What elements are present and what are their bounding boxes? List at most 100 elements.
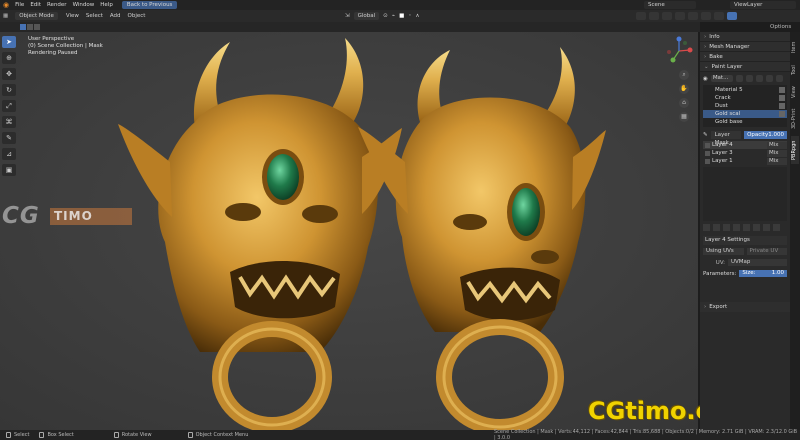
material-menu-icon[interactable]	[775, 75, 783, 82]
new-material-icon[interactable]	[735, 75, 743, 82]
layer-row[interactable]: Layer 4 Mix	[703, 141, 787, 149]
xray-button[interactable]	[675, 12, 685, 20]
tab-view[interactable]: View	[791, 82, 799, 102]
select-extend-button[interactable]	[27, 24, 33, 30]
blend-mode-dropdown[interactable]: Mix	[767, 141, 787, 149]
blender-logo-icon[interactable]: ◉	[3, 1, 9, 9]
overlay-toggle-button[interactable]	[662, 12, 672, 20]
menu-view[interactable]: View	[66, 13, 79, 19]
material-dropdown[interactable]: Mat...	[710, 75, 733, 82]
blend-mode-dropdown[interactable]: Mix	[767, 149, 787, 157]
section-bake[interactable]: › Bake	[700, 52, 790, 62]
move-tool-icon[interactable]: ✥	[2, 68, 16, 80]
duplicate-layer-icon[interactable]	[713, 224, 720, 231]
private-uv-button[interactable]: Private UV	[746, 248, 787, 255]
menu-object[interactable]: Object	[128, 13, 146, 19]
material-delete-icon[interactable]	[765, 75, 773, 82]
blend-mode-dropdown[interactable]: Mix	[767, 157, 787, 165]
orientation-dropdown[interactable]: Global	[353, 12, 380, 20]
gizmo-toggle-button[interactable]	[649, 12, 659, 20]
using-uvs-button[interactable]: Using UVs	[703, 248, 744, 255]
list-item-selected[interactable]: Gold scal	[703, 110, 787, 118]
options-dropdown[interactable]: Options	[770, 22, 791, 32]
parameters-row: Parameters: Size: 1.00	[703, 270, 787, 277]
select-subtract-button[interactable]	[34, 24, 40, 30]
measure-tool-icon[interactable]: ⊿	[2, 148, 16, 160]
fill-icon[interactable]	[743, 224, 750, 231]
shading-wireframe-button[interactable]	[688, 12, 698, 20]
pan-hand-icon[interactable]: ✋	[679, 84, 689, 94]
move-up-button[interactable]	[779, 103, 785, 109]
scene-selector[interactable]: Scene	[644, 1, 696, 9]
section-mesh-manager[interactable]: › Mesh Manager	[700, 42, 790, 52]
menu-window[interactable]: Window	[73, 2, 95, 8]
list-item[interactable]: Material 5	[703, 86, 787, 94]
view-layer-selector[interactable]: ViewLayer	[730, 1, 796, 9]
menu-help[interactable]: Help	[100, 2, 113, 8]
link-material-icon[interactable]	[745, 75, 753, 82]
tab-tool[interactable]: Tool	[791, 60, 799, 80]
snap-icon[interactable]: ⌁	[392, 13, 395, 19]
image-icon[interactable]	[733, 224, 740, 231]
transform-tool-icon[interactable]: ⌘	[2, 116, 16, 128]
zoom-icon[interactable]: ⌕	[679, 70, 689, 80]
section-export[interactable]: › Export	[700, 302, 790, 312]
layer-visibility-checkbox[interactable]	[705, 158, 710, 164]
tab-item[interactable]: Item	[791, 36, 799, 58]
rotate-tool-icon[interactable]: ↻	[2, 84, 16, 96]
cursor-tool-icon[interactable]: ⊕	[2, 52, 16, 64]
section-paint-layer[interactable]: ⌄ Paint Layer	[700, 62, 790, 72]
back-to-previous-button[interactable]: Back to Previous	[121, 1, 178, 9]
annotate-tool-icon[interactable]: ✎	[2, 132, 16, 144]
tab-pbrpgn[interactable]: PBRpgn	[791, 136, 799, 164]
delete-layer-icon[interactable]	[773, 224, 780, 231]
opacity-slider[interactable]: Opacity 1.000	[744, 131, 787, 139]
list-item[interactable]: Dust	[703, 102, 787, 110]
grid-view-icon[interactable]: ▦	[679, 112, 689, 122]
proportional-edit-icon[interactable]: ◦	[408, 13, 411, 19]
layer-mask-button[interactable]: Layer Mask	[710, 131, 742, 146]
select-tool-icon[interactable]: ➤	[2, 36, 16, 48]
menu-select[interactable]: Select	[86, 13, 103, 19]
move-down-button[interactable]	[779, 111, 785, 117]
uv-map-dropdown[interactable]: UVMap	[728, 259, 787, 266]
select-new-button[interactable]	[20, 24, 26, 30]
move-down-icon[interactable]	[763, 224, 770, 231]
folder-icon[interactable]	[723, 224, 730, 231]
visibility-button[interactable]	[636, 12, 646, 20]
navigation-gizmo[interactable]	[664, 36, 694, 66]
layer-visibility-checkbox[interactable]	[705, 142, 710, 148]
layer-visibility-checkbox[interactable]	[705, 150, 710, 156]
move-up-icon[interactable]	[753, 224, 760, 231]
scale-tool-icon[interactable]: ⤢	[2, 100, 16, 112]
size-field[interactable]: Size: 1.00	[739, 270, 787, 277]
list-item[interactable]: Crack	[703, 94, 787, 102]
shading-rendered-button[interactable]	[727, 12, 737, 20]
layer-row[interactable]: Layer 1 Mix	[703, 157, 787, 165]
add-cube-tool-icon[interactable]: ▣	[2, 164, 16, 176]
tab-3d-print[interactable]: 3D-Print	[791, 104, 799, 134]
camera-view-icon[interactable]: ⌂	[679, 98, 689, 108]
falloff-icon[interactable]: ∧	[416, 13, 420, 19]
eye-icon[interactable]: ◉	[703, 76, 708, 82]
editor-type-icon[interactable]: ▦	[3, 13, 8, 19]
pivot-icon[interactable]: ⊙	[383, 13, 388, 19]
list-item[interactable]: Gold base	[703, 118, 787, 126]
menu-render[interactable]: Render	[47, 2, 67, 8]
menu-file[interactable]: File	[15, 2, 24, 8]
paint-icon[interactable]	[755, 75, 763, 82]
remove-slot-button[interactable]	[779, 95, 785, 101]
shading-material-button[interactable]	[714, 12, 724, 20]
layer-row[interactable]: Layer 3 Mix	[703, 149, 787, 157]
snap-target-icon[interactable]: ■	[399, 13, 404, 19]
shading-solid-button[interactable]	[701, 12, 711, 20]
add-slot-button[interactable]	[779, 87, 785, 93]
mode-dropdown[interactable]: Object Mode	[15, 12, 58, 20]
section-info[interactable]: › Info	[700, 32, 790, 42]
menu-add[interactable]: Add	[110, 13, 121, 19]
layer-settings-header[interactable]: Layer 4 Settings	[703, 236, 787, 245]
brush-icon[interactable]: ✎	[703, 132, 708, 138]
3d-viewport[interactable]	[0, 32, 698, 430]
add-layer-icon[interactable]	[703, 224, 710, 231]
menu-edit[interactable]: Edit	[30, 2, 41, 8]
